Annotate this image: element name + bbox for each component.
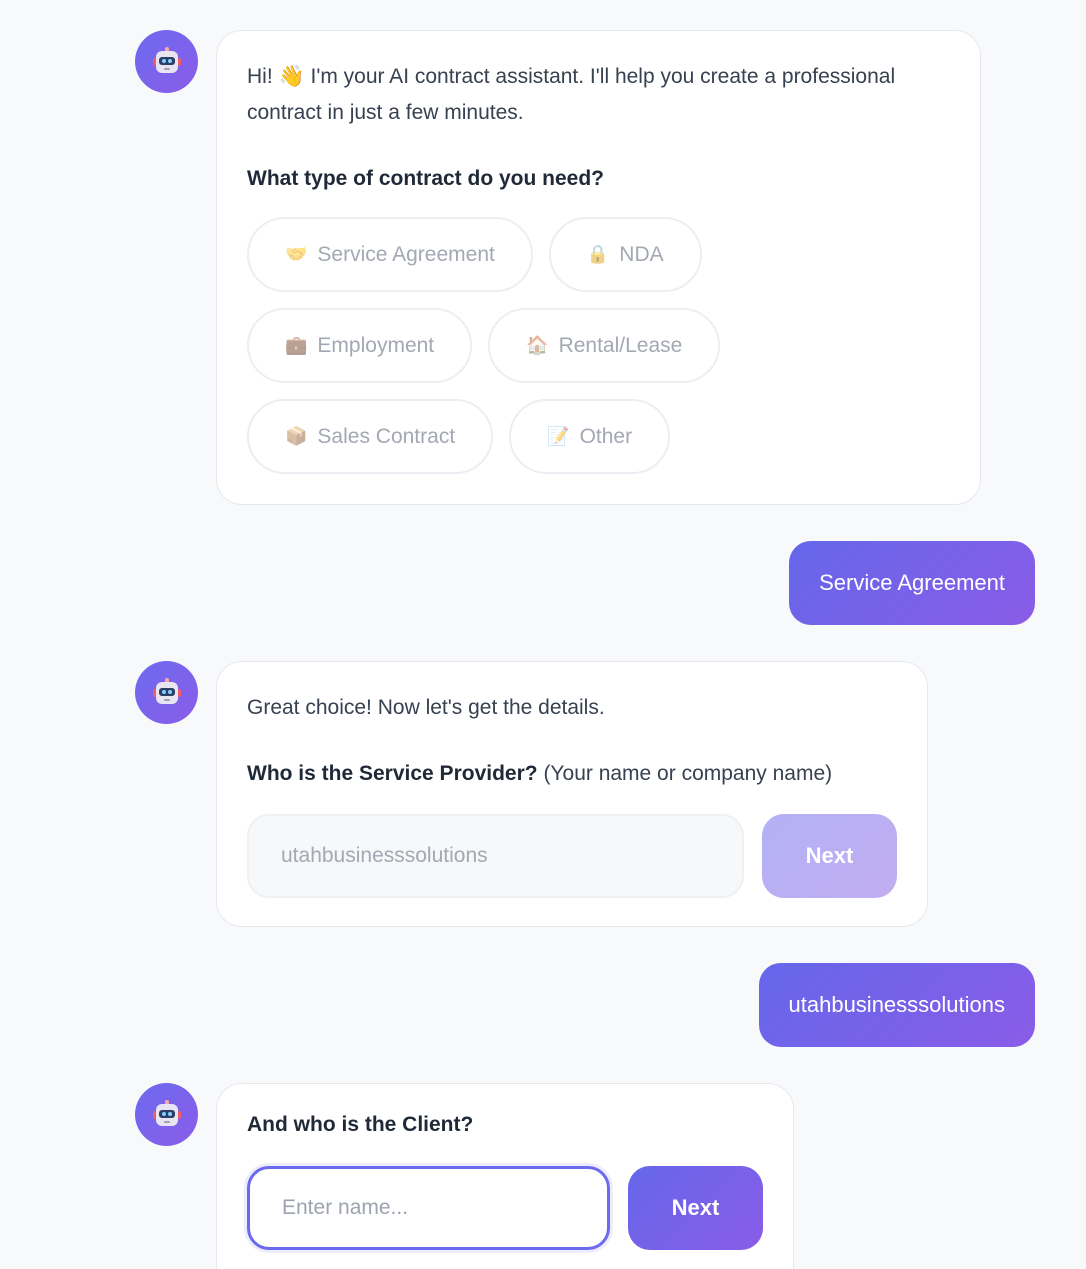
option-label: Rental/Lease [558,333,683,357]
robot-icon [152,677,182,708]
service-provider-question: Who is the Service Provider? (Your name … [247,762,897,786]
handshake-icon: 🤝 [285,244,308,265]
briefcase-icon: 💼 [285,335,308,356]
next-button-label: Next [805,843,854,868]
option-label: Employment [317,333,435,357]
option-label: NDA [619,242,664,266]
bot-message-client: And who is the Client? Enter name... Nex… [216,1083,794,1269]
memo-icon: 📝 [547,426,570,447]
option-other[interactable]: 📝 Other [509,399,671,474]
bot-avatar [135,30,198,93]
option-sales-contract[interactable]: 📦 Sales Contract [247,399,494,474]
client-question: And who is the Client? [247,1113,474,1136]
next-button-label: Next [671,1195,720,1220]
option-employment[interactable]: 💼 Employment [247,308,473,383]
bot-avatar [135,661,198,724]
option-label: Other [579,424,633,448]
user-message-text: utahbusinesssolutions [788,992,1005,1017]
option-rental-lease[interactable]: 🏠 Rental/Lease [488,308,721,383]
option-service-agreement[interactable]: 🤝 Service Agreement [247,217,533,292]
robot-icon [152,1099,182,1130]
bot-message-service-provider: Great choice! Now let's get the details.… [216,661,928,927]
next-button[interactable]: Next [762,814,897,898]
contract-type-options: 🤝 Service Agreement 🔒 NDA 💼 Employment 🏠… [247,217,747,474]
bot-message-text: Great choice! Now let's get the details. [247,696,605,719]
option-label: Service Agreement [317,242,495,266]
user-message-text: Service Agreement [819,570,1005,595]
contract-type-question: What type of contract do you need? [247,167,605,190]
user-message-contract-type: Service Agreement [789,541,1035,625]
robot-icon [152,46,182,77]
package-icon: 📦 [285,426,308,447]
option-nda[interactable]: 🔒 NDA [548,217,702,292]
service-provider-question-label: Who is the Service Provider? [247,762,538,785]
bot-avatar [135,1083,198,1146]
house-icon: 🏠 [526,335,549,356]
service-provider-input[interactable]: utahbusinesssolutions [247,814,744,898]
user-message-service-provider: utahbusinesssolutions [758,963,1035,1047]
service-provider-question-note: (Your name or company name) [543,762,833,785]
greeting-text: Hi! 👋 I'm your AI contract assistant. I'… [247,65,896,124]
lock-icon: 🔒 [586,244,610,265]
bot-message-contract-type: Hi! 👋 I'm your AI contract assistant. I'… [216,30,981,505]
service-provider-input-value: utahbusinesssolutions [281,844,488,867]
client-name-placeholder: Enter name... [282,1196,409,1219]
client-name-input[interactable]: Enter name... [247,1166,610,1250]
option-label: Sales Contract [317,424,456,448]
next-button[interactable]: Next [628,1166,763,1250]
